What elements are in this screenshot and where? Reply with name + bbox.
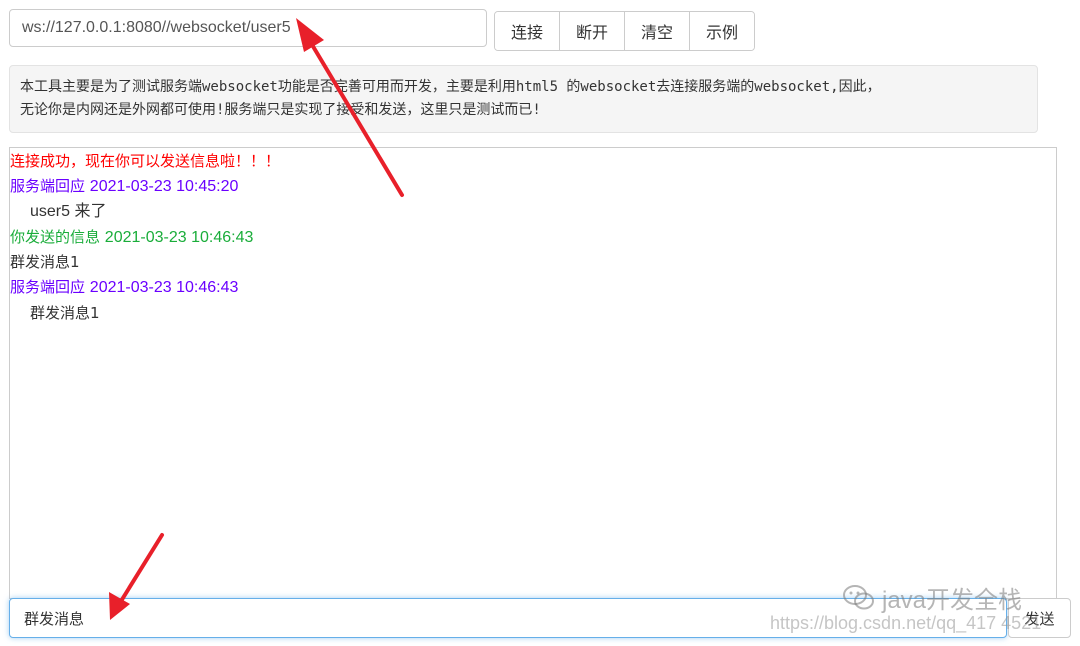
send-button[interactable]: 发送 [1008, 598, 1071, 638]
disconnect-button[interactable]: 断开 [560, 12, 625, 50]
message-sender-label: 服务端回应 [10, 277, 86, 296]
message-timestamp: 2021-03-23 10:45:20 [89, 177, 239, 195]
connection-button-group: 连接 断开 清空 示例 [494, 11, 755, 51]
description-line-2: 无论你是内网还是外网都可使用!服务端只是实现了接受和发送，这里只是测试而已! [20, 102, 541, 118]
connection-success-message: 连接成功，现在你可以发送信息啦！！！ [10, 152, 281, 170]
clear-button[interactable]: 清空 [625, 12, 690, 50]
message-body: 群发消息1 [30, 303, 100, 322]
message-timestamp: 2021-03-23 10:46:43 [89, 278, 239, 296]
message-log[interactable]: 连接成功，现在你可以发送信息啦！！！ 服务端回应 2021-03-23 10:4… [9, 147, 1057, 599]
message-sender-label: 你发送的信息 [10, 227, 101, 246]
message-header: 服务端回应 2021-03-23 10:46:43 [10, 275, 1056, 301]
connect-button[interactable]: 连接 [495, 12, 560, 50]
example-button[interactable]: 示例 [690, 12, 754, 50]
message-timestamp: 2021-03-23 10:46:43 [104, 228, 254, 246]
description-line-1: 本工具主要是为了测试服务端websocket功能是否完善可用而开发，主要是利用h… [20, 79, 881, 95]
message-text: user5 来了 [30, 203, 107, 221]
message-input[interactable] [9, 598, 1007, 638]
message-header: 服务端回应 2021-03-23 10:45:20 [10, 174, 1056, 200]
message-header: 你发送的信息 2021-03-23 10:46:43 [10, 225, 1056, 251]
websocket-test-page: 连接 断开 清空 示例 本工具主要是为了测试服务端websocket功能是否完善… [0, 0, 1080, 646]
description-panel: 本工具主要是为了测试服务端websocket功能是否完善可用而开发，主要是利用h… [9, 65, 1038, 133]
message-body: user5 来了 [10, 199, 1056, 225]
websocket-url-input[interactable] [9, 9, 487, 47]
message-body: 群发消息1 [10, 253, 80, 272]
message-sender-label: 服务端回应 [10, 176, 86, 195]
